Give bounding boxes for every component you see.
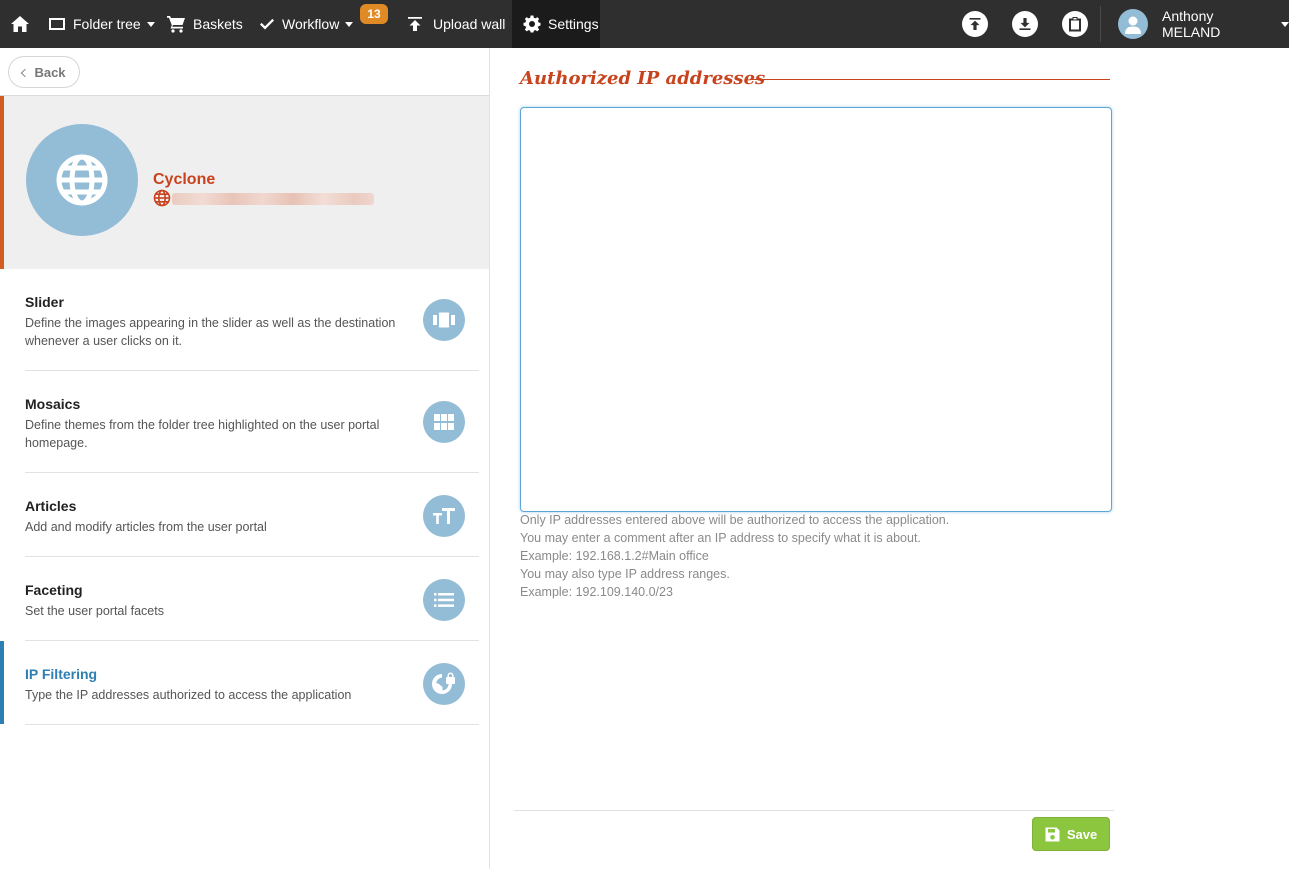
clipboard-action-button[interactable]	[1062, 11, 1088, 37]
upload-wall-menu[interactable]: Upload wall	[407, 0, 505, 48]
divider	[25, 724, 479, 725]
home-icon	[11, 16, 29, 32]
globe-icon	[153, 189, 171, 207]
settings-sidebar: Back Cyclone Slider Define the images ap…	[0, 48, 490, 869]
folder-tree-menu[interactable]: Folder tree	[48, 0, 155, 48]
grid-icon	[423, 401, 465, 443]
help-line: Example: 192.168.1.2#Main office	[520, 549, 709, 563]
workflow-count-badge: 13	[360, 4, 388, 24]
workflow-label: Workflow	[282, 16, 340, 32]
menu-item-articles[interactable]: Articles Add and modify articles from th…	[0, 473, 489, 557]
menu-item-description: Type the IP addresses authorized to acce…	[25, 688, 352, 702]
user-icon	[1125, 16, 1141, 34]
user-menu[interactable]: Anthony MELAND	[1162, 0, 1289, 48]
menu-item-title: Articles	[25, 498, 77, 514]
active-indicator	[0, 641, 4, 724]
upload-action-button[interactable]	[962, 11, 988, 37]
menu-item-description: Define themes from the folder tree highl…	[25, 418, 380, 450]
slider-icon	[423, 299, 465, 341]
clipboard-icon	[1069, 17, 1081, 32]
portal-logo	[26, 124, 138, 236]
portal-accent-bar	[0, 96, 4, 269]
help-line: You may enter a comment after an IP addr…	[520, 531, 921, 545]
ip-filtering-panel: Authorized IP addresses Only IP addresse…	[490, 48, 1289, 869]
back-label: Back	[34, 64, 66, 80]
menu-item-mosaics[interactable]: Mosaics Define themes from the folder tr…	[0, 371, 489, 473]
section-title: Authorized IP addresses	[520, 68, 766, 89]
folder-tree-label: Folder tree	[73, 16, 141, 32]
title-divider	[752, 79, 1110, 80]
menu-item-title: IP Filtering	[25, 666, 98, 682]
baskets-menu[interactable]: Baskets	[167, 0, 243, 48]
checkmark-icon	[260, 18, 274, 30]
baskets-label: Baskets	[193, 16, 243, 32]
top-navbar: Folder tree Baskets Workflow 13 Upload w…	[0, 0, 1289, 48]
download-icon	[1019, 18, 1031, 30]
home-button[interactable]	[10, 0, 30, 48]
nav-divider	[1100, 6, 1101, 42]
user-name-label: Anthony MELAND	[1162, 8, 1221, 40]
folder-icon	[49, 18, 65, 30]
upload-icon	[969, 18, 981, 30]
settings-label: Settings	[548, 16, 599, 32]
portal-url-redacted	[172, 193, 374, 205]
menu-item-title: Faceting	[25, 582, 83, 598]
menu-item-faceting[interactable]: Faceting Set the user portal facets	[0, 557, 489, 641]
save-button[interactable]: Save	[1032, 817, 1110, 851]
upload-icon	[408, 17, 422, 31]
back-button[interactable]: Back	[8, 56, 80, 88]
upload-wall-label: Upload wall	[433, 16, 506, 32]
help-line: Only IP addresses entered above will be …	[520, 513, 950, 527]
ip-addresses-textarea[interactable]	[520, 107, 1112, 512]
portal-card: Cyclone	[0, 96, 489, 269]
help-line: Example: 192.109.140.0/23	[520, 585, 673, 599]
avatar[interactable]	[1118, 9, 1148, 39]
gear-icon	[523, 15, 541, 33]
settings-menu[interactable]: Settings	[512, 0, 600, 48]
globe-icon	[56, 154, 108, 206]
text-size-icon	[423, 495, 465, 537]
download-action-button[interactable]	[1012, 11, 1038, 37]
save-label: Save	[1066, 826, 1098, 842]
menu-item-ip-filtering[interactable]: IP Filtering Type the IP addresses autho…	[0, 641, 489, 725]
menu-item-slider[interactable]: Slider Define the images appearing in th…	[0, 269, 489, 371]
workflow-menu[interactable]: Workflow	[259, 0, 354, 48]
divider	[514, 810, 1114, 811]
chevron-down-icon	[345, 22, 354, 27]
chevron-down-icon	[146, 22, 155, 27]
help-line: You may also type IP address ranges.	[520, 567, 730, 581]
chevron-left-icon	[21, 68, 30, 77]
menu-item-description: Define the images appearing in the slide…	[25, 316, 396, 348]
menu-item-title: Slider	[25, 294, 64, 310]
cart-icon	[167, 16, 185, 33]
globe-lock-icon	[423, 663, 465, 705]
portal-name: Cyclone	[153, 171, 216, 188]
help-text: Only IP addresses entered above will be …	[520, 511, 1120, 601]
menu-item-title: Mosaics	[25, 396, 81, 412]
list-icon	[423, 579, 465, 621]
menu-item-description: Set the user portal facets	[25, 604, 164, 618]
floppy-disk-icon	[1045, 827, 1060, 841]
menu-item-description: Add and modify articles from the user po…	[25, 520, 267, 534]
chevron-down-icon	[1281, 22, 1289, 27]
